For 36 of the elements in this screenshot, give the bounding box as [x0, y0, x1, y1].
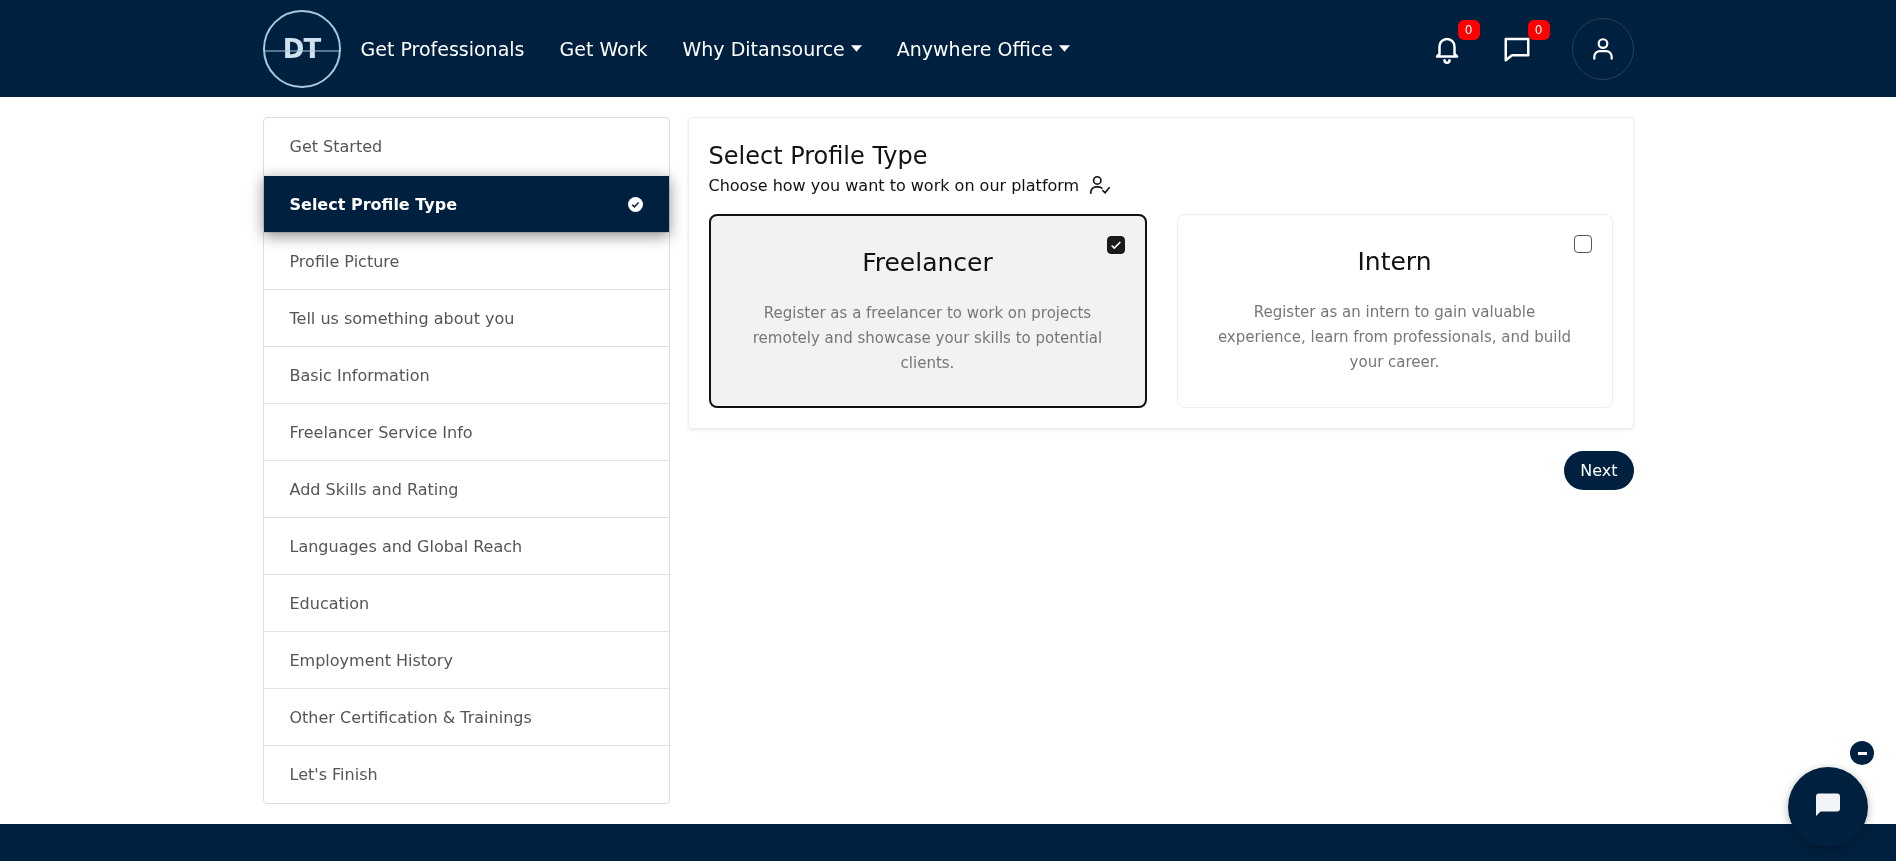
card-title: Freelancer [861, 248, 994, 277]
checkbox[interactable] [1106, 236, 1125, 254]
panel-subtitle: Choose how you want to work on our platform [708, 175, 1080, 195]
message-count-badge: 0 [1527, 19, 1550, 40]
step-item[interactable]: Basic Information [263, 346, 669, 403]
user-check-icon [1089, 174, 1112, 196]
card-description: Register as an intern to gain valuable experience, learn from professionals, and build your career. [1216, 302, 1573, 373]
step-item[interactable]: Tell us something about you [263, 289, 669, 346]
checkbox[interactable] [1573, 235, 1592, 253]
step-item[interactable]: Employment History [263, 631, 669, 688]
panel-title: Select Profile Type [708, 142, 929, 170]
logo[interactable]: DT [262, 9, 341, 88]
caret-icon [850, 45, 862, 52]
step-item[interactable]: Other Certification & Trainings [263, 688, 669, 745]
nav-link[interactable]: Why Ditansource [682, 37, 862, 60]
step-item[interactable]: Get Started [263, 118, 669, 175]
step-item[interactable]: Freelancer Service Info [263, 403, 669, 460]
minimize-icon[interactable] [1848, 739, 1876, 767]
chat-launcher-button[interactable] [1788, 767, 1868, 847]
step-item[interactable]: Languages and Global Reach [263, 517, 669, 574]
profile-type-card[interactable]: Intern Register as an intern to gain valuable experience, learn from professionals, and build your career. [1176, 214, 1613, 408]
caret-icon [1058, 45, 1070, 52]
step-item[interactable]: Add Skills and Rating [263, 460, 669, 517]
step-item[interactable]: Profile Picture [263, 232, 669, 289]
notification-count-badge: 0 [1457, 19, 1480, 40]
profile-type-card[interactable]: Freelancer Register as a freelancer to work on projects remotely and showcase your skills to potential clients. [708, 214, 1147, 408]
step-item[interactable]: Select Profile Type [263, 175, 669, 232]
step-item[interactable]: Education [263, 574, 669, 631]
check-circle-icon [627, 196, 643, 212]
nav-link[interactable]: Get Work [559, 37, 648, 60]
next-button[interactable]: Next [1564, 451, 1634, 490]
card-description: Register as a freelancer to work on projects remotely and showcase your skills to potential clients. [751, 303, 1104, 374]
step-item[interactable]: Let's Finish [263, 745, 669, 802]
card-title: Intern [1356, 247, 1433, 276]
nav-link[interactable]: Get Professionals [360, 37, 525, 60]
nav-link[interactable]: Anywhere Office [896, 37, 1070, 60]
